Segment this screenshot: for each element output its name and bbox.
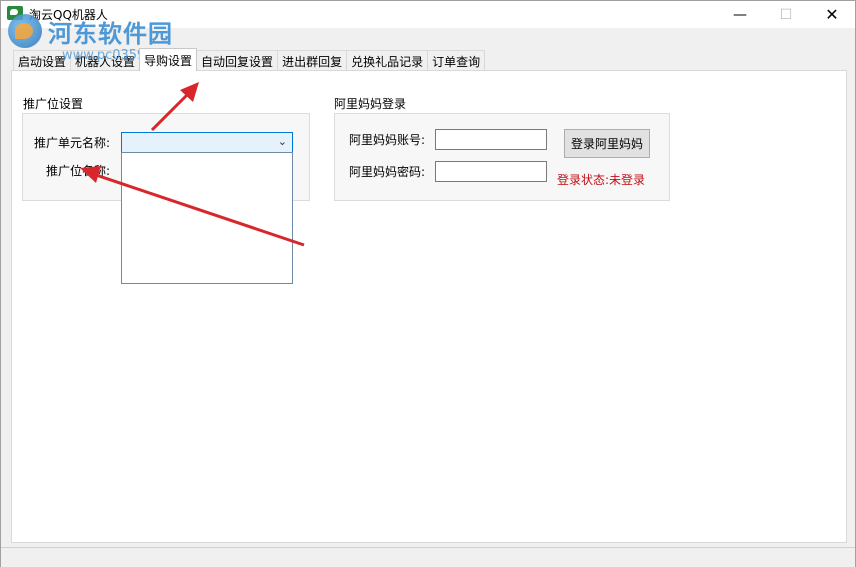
window-title: 淘云QQ机器人 <box>29 8 108 22</box>
maximize-button[interactable]: ☐ <box>763 1 809 28</box>
promo-unit-combobox[interactable]: ⌄ <box>121 132 293 153</box>
title-bar: 淘云QQ机器人 — ☐ ✕ <box>1 1 855 28</box>
app-window: 淘云QQ机器人 — ☐ ✕ 启动设置 机器人设置 导购设置 自动回复设置 进出群… <box>0 0 856 567</box>
tab-join-leave-reply[interactable]: 进出群回复 <box>277 50 348 71</box>
promo-unit-dropdown-list[interactable] <box>121 152 293 284</box>
tab-robot-settings[interactable]: 机器人设置 <box>70 50 141 71</box>
alimama-login-button[interactable]: 登录阿里妈妈 <box>564 129 650 158</box>
app-icon <box>7 6 23 20</box>
tab-strip: 启动设置 机器人设置 导购设置 自动回复设置 进出群回复 兑换礼品记录 订单查询 <box>13 48 486 71</box>
alimama-account-input[interactable] <box>435 129 547 150</box>
tab-gift-exchange-records[interactable]: 兑换礼品记录 <box>346 50 429 71</box>
login-status-text: 登录状态:未登录 <box>557 173 646 187</box>
tab-auto-reply-settings[interactable]: 自动回复设置 <box>196 50 279 71</box>
close-button[interactable]: ✕ <box>809 1 855 28</box>
tab-shopping-guide-settings[interactable]: 导购设置 <box>139 48 198 71</box>
alimama-account-label: 阿里妈妈账号: <box>349 133 426 147</box>
promo-group-title: 推广位设置 <box>23 97 84 111</box>
tab-startup-settings[interactable]: 启动设置 <box>13 50 72 71</box>
minimize-button[interactable]: — <box>717 1 763 28</box>
chevron-down-icon: ⌄ <box>277 135 287 148</box>
promo-position-label: 推广位名称: <box>46 164 111 178</box>
alimama-password-label: 阿里妈妈密码: <box>349 165 426 179</box>
tab-order-query[interactable]: 订单查询 <box>427 50 486 71</box>
alimama-password-input[interactable] <box>435 161 547 182</box>
promo-unit-label: 推广单元名称: <box>34 136 111 150</box>
alimama-group-title: 阿里妈妈登录 <box>334 97 407 111</box>
status-bar <box>1 547 855 567</box>
